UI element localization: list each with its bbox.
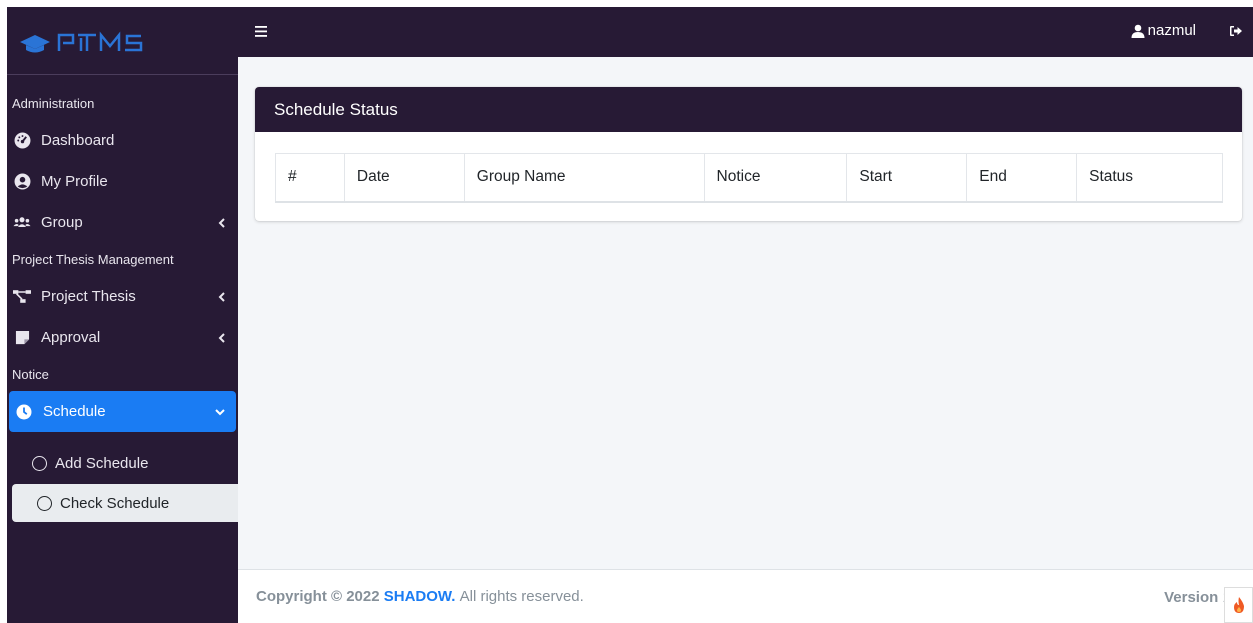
sidebar-item-label: My Profile [41, 173, 108, 190]
sidebar-subitem-check-schedule[interactable]: Check Schedule [12, 484, 238, 522]
users-icon [13, 214, 31, 232]
sidebar-item-label: Approval [41, 329, 101, 346]
chevron-left-icon [218, 332, 225, 343]
sidebar: Administration Dashboard My Profile Grou… [7, 7, 238, 623]
app-frame: Administration Dashboard My Profile Grou… [7, 7, 1253, 623]
sidebar-item-label: Schedule [43, 403, 106, 420]
chevron-left-icon [218, 291, 225, 302]
footer: Copyright © 2022 SHADOW. All rights rese… [238, 569, 1253, 623]
sidebar-item-approval[interactable]: Approval [7, 317, 238, 358]
column-header-group-name[interactable]: Group Name [463, 153, 705, 203]
sidebar-item-label: Project Thesis [41, 288, 136, 305]
chevron-down-icon [215, 408, 225, 415]
column-header-start[interactable]: Start [846, 153, 968, 203]
brand-link[interactable]: SHADOW. [384, 588, 456, 605]
sidebar-item-label: Group [41, 214, 83, 231]
sidebar-subitem-add-schedule[interactable]: Add Schedule [7, 444, 238, 482]
schedule-table: # Date Group Name Notice Start End Statu… [275, 153, 1223, 203]
sidebar-item-label: Dashboard [41, 132, 115, 149]
card-title: Schedule Status [255, 87, 1242, 132]
tachometer-icon [13, 132, 31, 150]
column-header-end[interactable]: End [966, 153, 1078, 203]
column-header-notice[interactable]: Notice [703, 153, 848, 203]
user-menu[interactable]: nazmul [1131, 22, 1196, 39]
user-icon [1131, 24, 1145, 38]
rights-text: All rights reserved. [459, 588, 584, 605]
circle-icon [32, 455, 47, 471]
ptms-logo-icon [20, 30, 143, 52]
section-header-notice: Notice [12, 367, 49, 382]
table-header-row: # Date Group Name Notice Start End Statu… [275, 153, 1223, 203]
user-circle-icon [13, 173, 31, 191]
clock-icon [15, 403, 33, 421]
brand-logo[interactable] [7, 7, 238, 75]
column-header-status[interactable]: Status [1076, 153, 1223, 203]
fire-icon[interactable] [1224, 587, 1253, 623]
sticky-note-icon [13, 329, 31, 347]
project-diagram-icon [13, 288, 31, 306]
sidebar-item-schedule[interactable]: Schedule [9, 391, 236, 432]
copyright-text: Copyright © 2022 [256, 588, 380, 605]
username: nazmul [1147, 22, 1196, 39]
section-header-administration: Administration [12, 96, 95, 111]
circle-icon [37, 495, 52, 511]
schedule-status-card: Schedule Status # Date Group Name Notice… [255, 87, 1242, 221]
sidebar-item-my-profile[interactable]: My Profile [7, 161, 238, 202]
chevron-left-icon [218, 217, 225, 228]
top-navbar: nazmul [238, 7, 1253, 57]
sidebar-subitem-label: Add Schedule [55, 454, 149, 472]
sidebar-item-group[interactable]: Group [7, 202, 238, 243]
column-header-index[interactable]: # [275, 153, 345, 203]
column-header-date[interactable]: Date [343, 153, 465, 203]
hamburger-icon[interactable] [255, 24, 267, 41]
section-header-project-thesis-management: Project Thesis Management [12, 252, 174, 267]
sidebar-item-project-thesis[interactable]: Project Thesis [7, 276, 238, 317]
main-content: Schedule Status # Date Group Name Notice… [238, 57, 1253, 569]
sidebar-item-dashboard[interactable]: Dashboard [7, 120, 238, 161]
version-label: Version [1164, 589, 1219, 606]
sign-out-icon[interactable] [1229, 24, 1243, 41]
sidebar-subitem-label: Check Schedule [60, 494, 170, 512]
